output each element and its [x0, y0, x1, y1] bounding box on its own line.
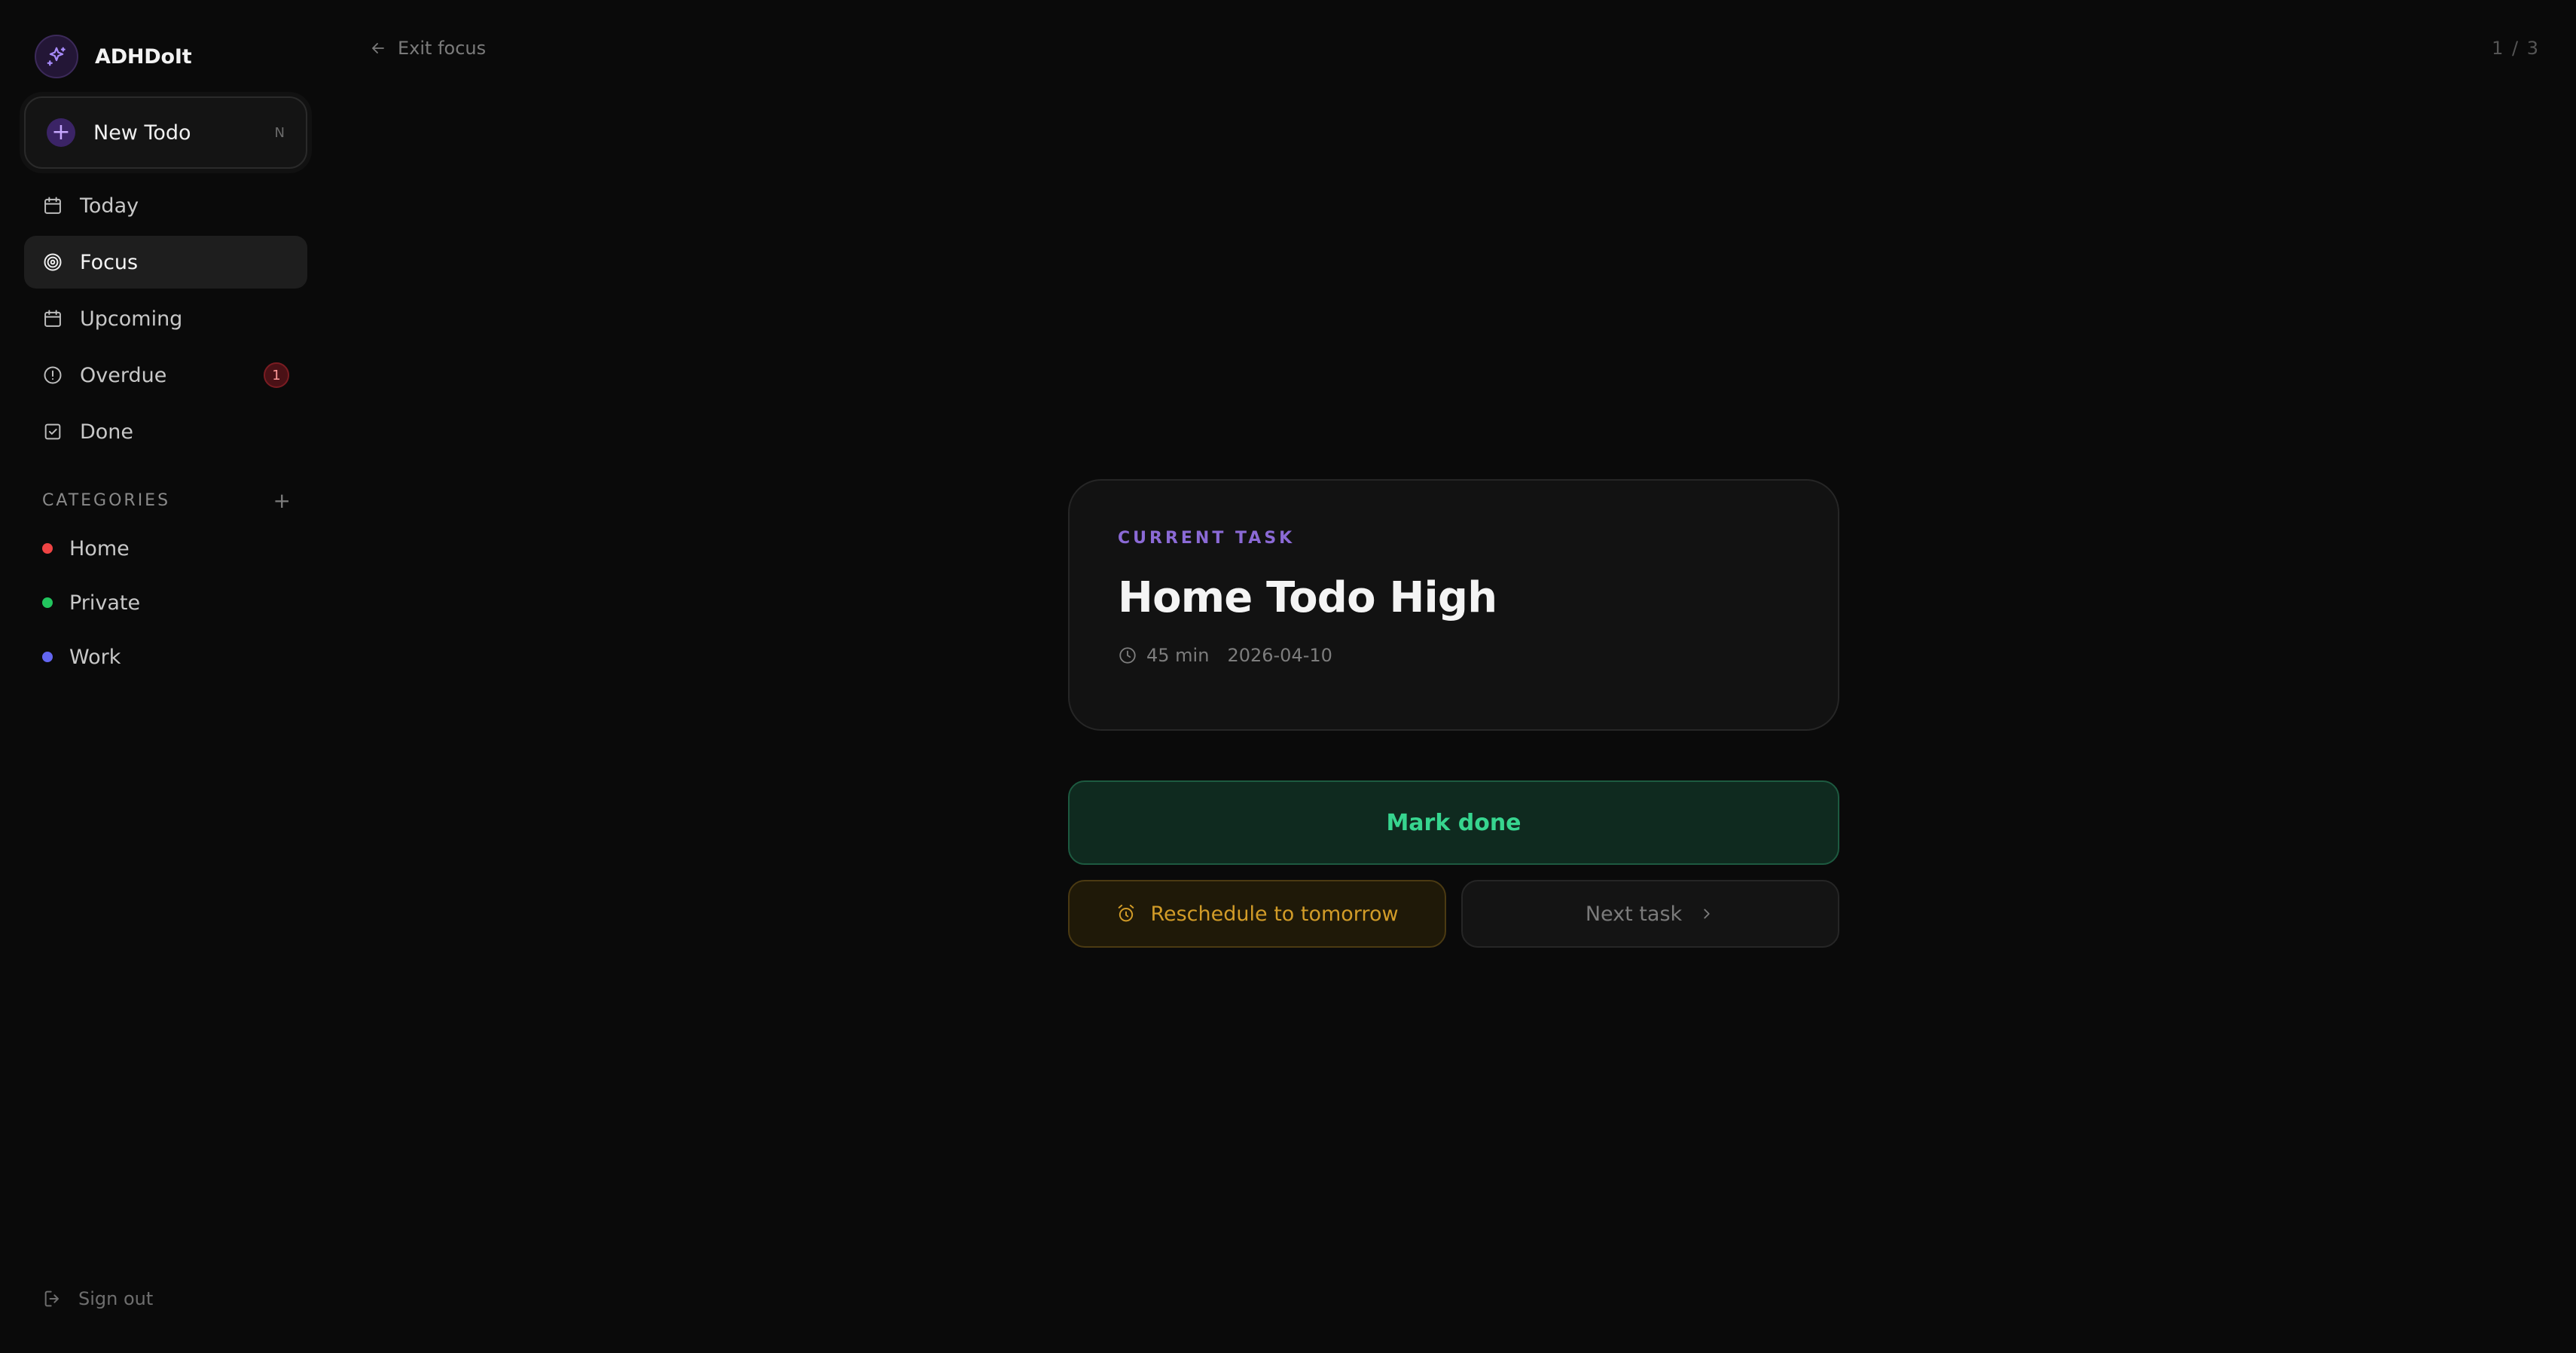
nav-item-label: Overdue: [80, 363, 167, 387]
new-todo-button[interactable]: + New Todo N: [24, 96, 307, 169]
sidebar: ADHDoIt + New Todo N Today Focus Upcomin…: [0, 0, 328, 1353]
task-counter: 1 / 3: [2492, 38, 2540, 59]
nav-item-label: Today: [80, 194, 139, 218]
category-color-dot: [42, 597, 53, 608]
category-item-home[interactable]: Home: [42, 521, 140, 576]
new-todo-label: New Todo: [93, 121, 191, 145]
reschedule-button[interactable]: Reschedule to tomorrow: [1068, 880, 1446, 948]
current-task-card: CURRENT TASK Home Todo High 45 min 2026-…: [1068, 479, 1839, 731]
nav-item-label: Upcoming: [80, 307, 183, 331]
arrow-left-icon: [372, 43, 384, 53]
nav-item-label: Focus: [80, 250, 139, 274]
category-item-private[interactable]: Private: [42, 576, 140, 630]
nav-item-label: Done: [80, 420, 134, 444]
overdue-count-badge: 1: [264, 362, 289, 388]
current-task-label: CURRENT TASK: [1118, 529, 1296, 548]
calendar-icon: [44, 310, 61, 327]
category-label: Private: [69, 591, 141, 615]
mark-done-button[interactable]: Mark done: [1068, 780, 1839, 865]
categories-header: CATEGORIES +: [42, 488, 291, 513]
keyboard-shortcut: N: [274, 124, 285, 141]
alarm-clock-icon: [1119, 904, 1134, 922]
add-category-button[interactable]: +: [273, 488, 291, 513]
nav-item-overdue[interactable]: Overdue 1: [24, 349, 307, 402]
reschedule-label: Reschedule to tomorrow: [1150, 902, 1399, 926]
plus-icon: +: [47, 118, 75, 147]
app-name: ADHDoIt: [95, 44, 192, 69]
sparkles-icon: [35, 35, 78, 78]
sign-out-label: Sign out: [78, 1288, 154, 1309]
target-icon: [44, 253, 62, 271]
category-list: Home Private Work: [42, 521, 140, 684]
calendar-icon: [44, 197, 61, 214]
category-label: Home: [69, 536, 130, 560]
exit-focus-button[interactable]: Exit focus: [369, 38, 486, 59]
nav-item-done[interactable]: Done: [24, 405, 307, 458]
alert-circle-icon: [44, 366, 62, 384]
task-duration: 45 min: [1146, 645, 1210, 666]
chevron-right-icon: [1704, 909, 1710, 919]
clock-icon: [1119, 647, 1136, 664]
category-item-work[interactable]: Work: [42, 630, 140, 684]
checkbox-icon: [44, 423, 61, 440]
nav-item-upcoming[interactable]: Upcoming: [24, 292, 307, 345]
brand[interactable]: ADHDoIt: [35, 35, 192, 78]
next-task-label: Next task: [1585, 902, 1683, 926]
next-task-button[interactable]: Next task: [1461, 880, 1839, 948]
category-color-dot: [42, 543, 53, 554]
main-nav: Today Focus Upcoming Overdue 1 Done: [24, 179, 307, 462]
category-color-dot: [42, 652, 53, 662]
category-label: Work: [69, 645, 121, 669]
task-meta: 45 min 2026-04-10: [1118, 645, 1790, 666]
nav-item-focus[interactable]: Focus: [24, 236, 307, 289]
task-title: Home Todo High: [1118, 573, 1497, 622]
task-date: 2026-04-10: [1227, 645, 1332, 666]
nav-item-today[interactable]: Today: [24, 179, 307, 232]
exit-focus-label: Exit focus: [398, 38, 487, 59]
log-out-icon: [44, 1290, 59, 1307]
categories-title: CATEGORIES: [42, 491, 171, 510]
sign-out-button[interactable]: Sign out: [42, 1288, 153, 1309]
